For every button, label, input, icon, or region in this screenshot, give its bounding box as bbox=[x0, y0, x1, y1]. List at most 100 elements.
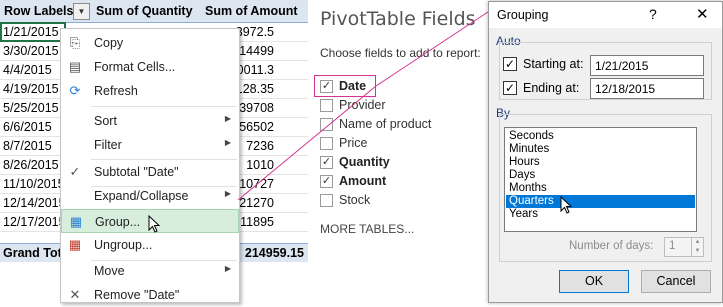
refresh-icon: ⟳ bbox=[69, 83, 81, 98]
copy-icon: ⎘ bbox=[69, 35, 81, 50]
list-item[interactable]: Days bbox=[506, 169, 695, 182]
field-label: Price bbox=[339, 136, 368, 150]
pane-subtitle: Choose fields to add to report: bbox=[320, 46, 481, 60]
list-item[interactable]: Years bbox=[506, 208, 695, 221]
menu-item-remove-date[interactable]: ✕ Remove "Date" bbox=[61, 283, 239, 307]
row-amount: 11895 bbox=[240, 215, 274, 229]
menu-item-label: Move bbox=[94, 264, 125, 278]
starting-at-label: Starting at: bbox=[523, 57, 584, 71]
checkbox-icon[interactable] bbox=[320, 137, 333, 150]
pane-title: PivotTable Fields bbox=[320, 8, 476, 30]
menu-item-label: Refresh bbox=[94, 84, 138, 98]
help-icon[interactable]: ? bbox=[649, 6, 657, 22]
list-item-selected[interactable]: Quarters bbox=[506, 195, 695, 208]
menu-item-label: Copy bbox=[94, 36, 124, 50]
menu-item-label: Expand/Collapse bbox=[94, 189, 189, 203]
row-date: 11/10/2015 bbox=[3, 177, 65, 191]
menu-item-filter[interactable]: Filter ▶ bbox=[61, 133, 239, 157]
sum-quantity-header: Sum of Quantity bbox=[96, 4, 193, 18]
sum-amount-header: Sum of Amount bbox=[205, 4, 298, 18]
number-of-days-label: Number of days: bbox=[569, 240, 654, 252]
submenu-arrow-icon: ▶ bbox=[224, 189, 231, 198]
checkbox-checked-icon[interactable]: ✓ bbox=[503, 57, 517, 71]
row-amount: 1010 bbox=[246, 158, 274, 172]
menu-item-label: Filter bbox=[94, 138, 122, 152]
submenu-arrow-icon: ▶ bbox=[224, 114, 231, 123]
row-date: 3/30/2015 bbox=[3, 44, 59, 58]
submenu-arrow-icon: ▶ bbox=[224, 264, 231, 273]
dialog-titlebar: Grouping ? ✕ bbox=[489, 2, 722, 28]
remove-icon: ✕ bbox=[69, 287, 81, 302]
checkbox-icon[interactable] bbox=[320, 194, 333, 207]
field-label: Provider bbox=[339, 98, 386, 112]
row-amount: 56502 bbox=[239, 120, 274, 134]
row-date: 5/25/2015 bbox=[3, 101, 59, 115]
row-amount: 39708 bbox=[239, 101, 274, 115]
check-icon: ✓ bbox=[69, 164, 81, 179]
row-amount: 10727 bbox=[239, 177, 274, 191]
menu-item-label: Ungroup... bbox=[94, 238, 153, 252]
menu-item-label: Group... bbox=[95, 215, 141, 229]
group-icon: ▦ bbox=[69, 214, 83, 229]
field-label: Amount bbox=[339, 174, 387, 188]
row-amount: 7236 bbox=[246, 139, 274, 153]
list-item[interactable]: Seconds bbox=[506, 130, 695, 143]
mouse-cursor-icon bbox=[148, 215, 160, 233]
menu-item-expand-collapse[interactable]: Expand/Collapse ▶ bbox=[61, 184, 239, 208]
menu-item-refresh[interactable]: ⟳ Refresh bbox=[61, 79, 239, 103]
list-item[interactable]: Hours bbox=[506, 156, 695, 169]
checkbox-checked-icon[interactable]: ✓ bbox=[503, 81, 517, 95]
menu-item-label: Remove "Date" bbox=[94, 288, 180, 302]
row-date: 4/19/2015 bbox=[3, 82, 59, 96]
ok-button[interactable]: OK bbox=[559, 270, 629, 293]
menu-item-format-cells[interactable]: ▤ Format Cells... bbox=[61, 55, 239, 79]
group-by-listbox[interactable]: Seconds Minutes Hours Days Months Quarte… bbox=[504, 127, 697, 232]
field-label: Date bbox=[339, 79, 367, 93]
field-label: Quantity bbox=[339, 155, 390, 169]
menu-item-subtotal-date[interactable]: ✓ Subtotal "Date" bbox=[61, 160, 239, 184]
checkbox-checked-icon[interactable]: ✓ bbox=[320, 156, 333, 169]
spinner-arrows-icon[interactable]: ▲ ▼ bbox=[691, 238, 703, 256]
grouping-dialog: Grouping ? ✕ Auto ✓ Starting at: 1/21/20… bbox=[488, 1, 723, 303]
row-date: 12/14/2015 bbox=[3, 196, 66, 210]
row-labels-header: Row Labels bbox=[4, 4, 74, 18]
list-item[interactable]: Minutes bbox=[506, 143, 695, 156]
number-of-days-value: 1 bbox=[669, 240, 676, 252]
starting-at-input[interactable]: 1/21/2015 bbox=[590, 55, 704, 76]
dialog-title: Grouping bbox=[497, 8, 549, 22]
checkbox-checked-icon[interactable]: ✓ bbox=[320, 175, 333, 188]
active-cell-highlight bbox=[0, 22, 66, 42]
number-of-days-stepper[interactable]: 1 ▲ ▼ bbox=[664, 237, 704, 257]
pivot-header-row: Row Labels ▼ Sum of Quantity Sum of Amou… bbox=[0, 0, 308, 23]
ending-at-label: Ending at: bbox=[523, 81, 580, 95]
field-label: Stock bbox=[339, 193, 371, 207]
row-date: 4/4/2015 bbox=[3, 63, 52, 77]
menu-item-label: Sort bbox=[94, 114, 117, 128]
list-item[interactable]: Months bbox=[506, 182, 695, 195]
menu-item-label: Subtotal "Date" bbox=[94, 165, 179, 179]
menu-item-label: Format Cells... bbox=[94, 60, 176, 74]
row-amount: 14499 bbox=[239, 44, 274, 58]
context-menu: ⎘ Copy ▤ Format Cells... ⟳ Refresh Sort … bbox=[60, 28, 240, 303]
ungroup-icon: ▦ bbox=[68, 237, 82, 252]
checkbox-icon[interactable] bbox=[320, 99, 333, 112]
menu-separator bbox=[91, 106, 237, 107]
menu-item-ungroup[interactable]: ▦ Ungroup... bbox=[61, 233, 239, 257]
menu-item-move[interactable]: Move ▶ bbox=[61, 259, 239, 283]
row-amount: 21270 bbox=[239, 196, 274, 210]
pivottable-fields-pane: PivotTable Fields Choose fields to add t… bbox=[310, 0, 492, 262]
ending-at-input[interactable]: 12/18/2015 bbox=[590, 78, 704, 99]
row-date: 8/7/2015 bbox=[3, 139, 52, 153]
close-icon[interactable]: ✕ bbox=[696, 5, 709, 23]
mouse-cursor-icon bbox=[560, 196, 572, 214]
field-label: Name of product bbox=[339, 117, 432, 131]
checkbox-icon[interactable] bbox=[320, 118, 333, 131]
more-tables-link[interactable]: MORE TABLES... bbox=[320, 222, 414, 236]
row-date: 12/17/2015 bbox=[3, 215, 66, 229]
checkbox-checked-icon[interactable]: ✓ bbox=[320, 80, 333, 93]
cancel-button[interactable]: Cancel bbox=[641, 270, 711, 293]
menu-item-copy[interactable]: ⎘ Copy bbox=[61, 31, 239, 55]
row-labels-filter-dropdown[interactable]: ▼ bbox=[73, 3, 90, 20]
menu-item-sort[interactable]: Sort ▶ bbox=[61, 109, 239, 133]
row-date: 6/6/2015 bbox=[3, 120, 52, 134]
